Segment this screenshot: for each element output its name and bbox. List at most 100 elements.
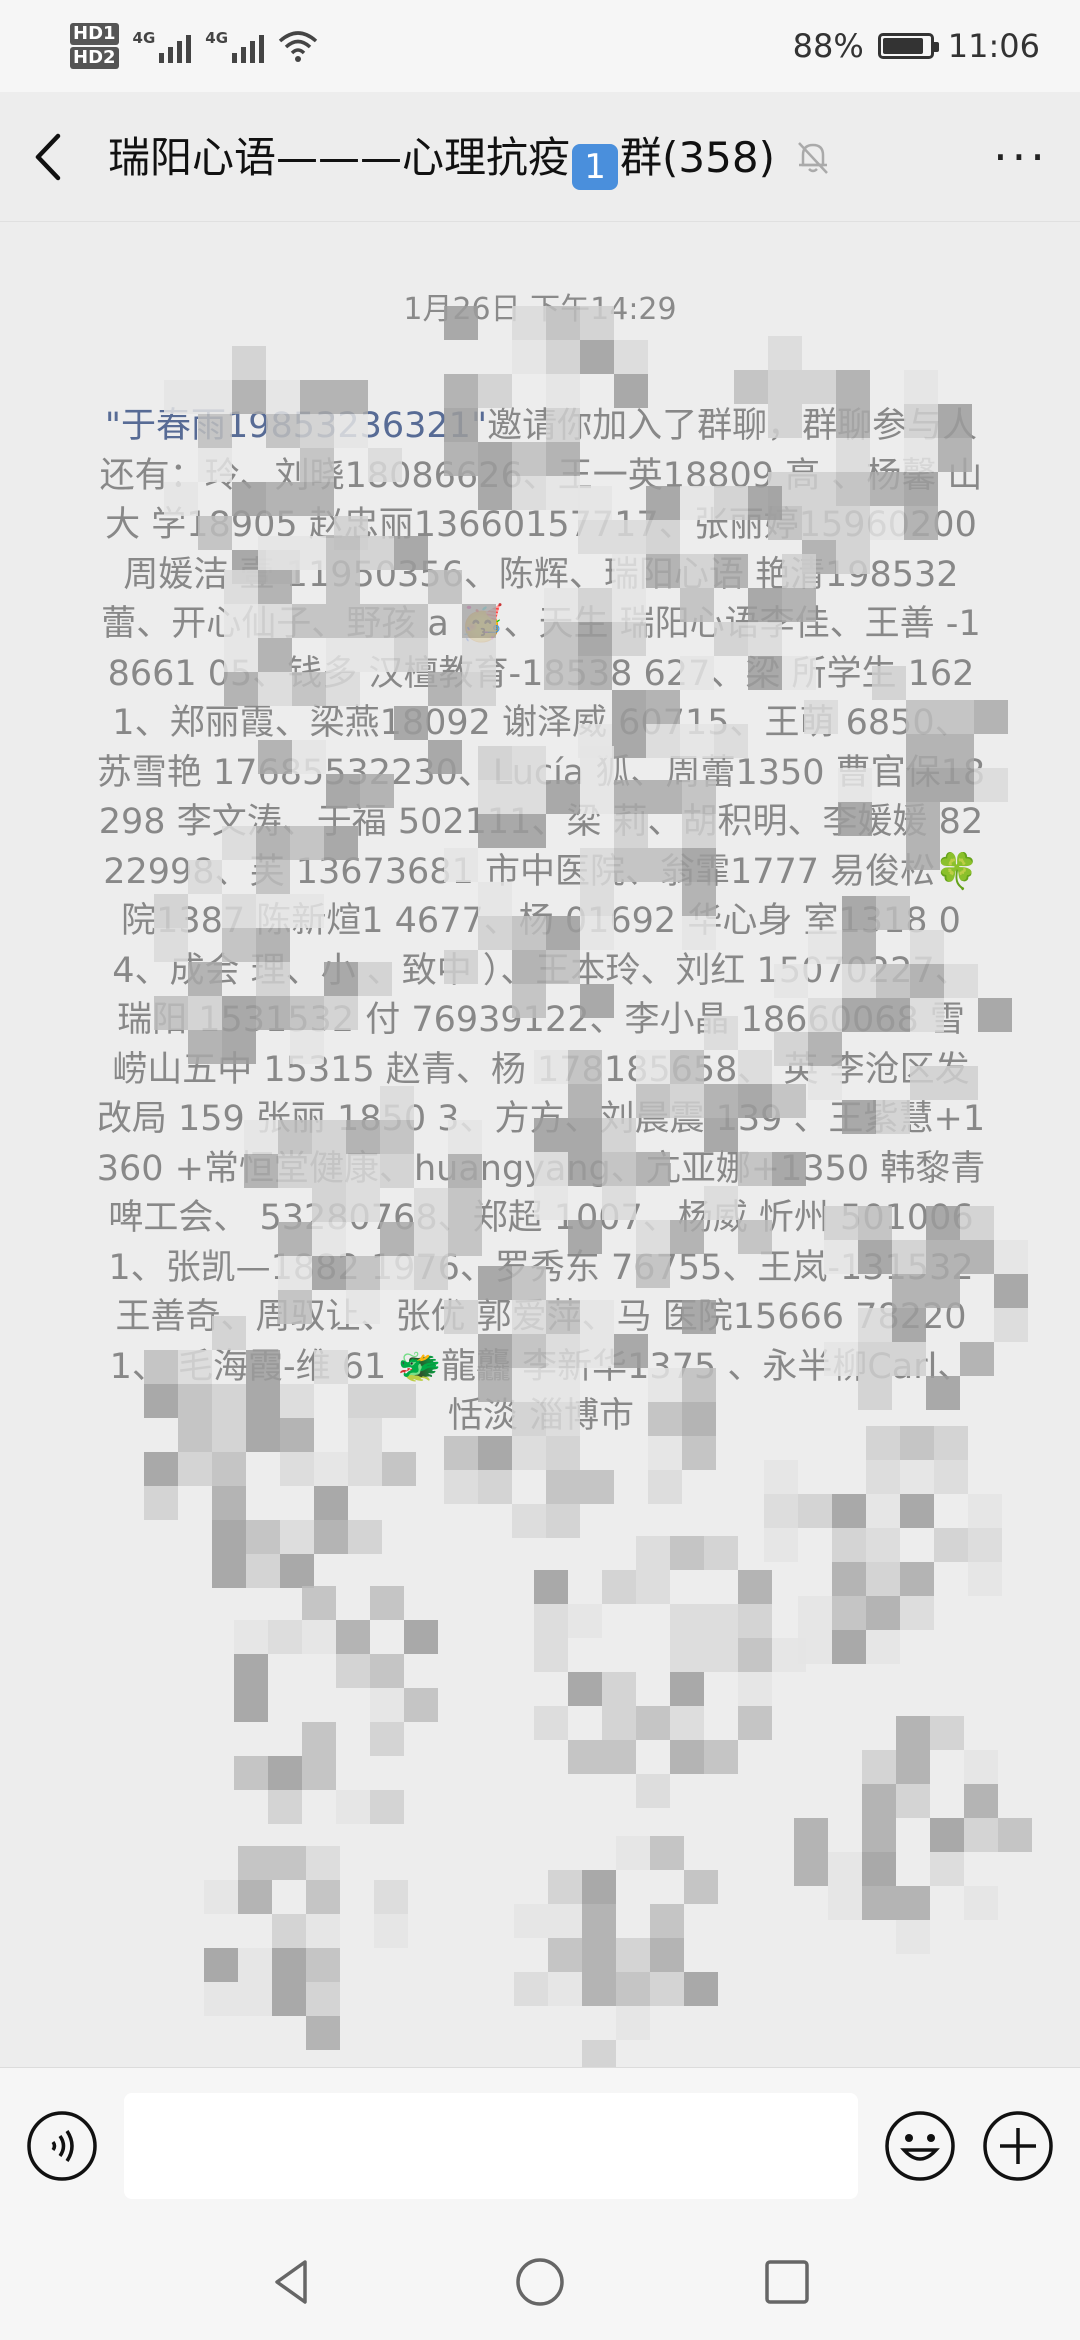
- mosaic-cell: [734, 370, 768, 404]
- mosaic-cell: [866, 1460, 900, 1494]
- mosaic-cell: [582, 1938, 616, 1972]
- wifi-icon: [278, 31, 318, 62]
- mosaic-cell: [246, 1554, 280, 1588]
- mosaic-cell: [636, 1706, 670, 1740]
- emoji-icon[interactable]: [884, 2110, 956, 2182]
- mosaic-cell: [866, 1528, 900, 1562]
- mosaic-cell: [670, 1638, 704, 1672]
- mosaic-cell: [548, 1972, 582, 2006]
- mosaic-cell: [832, 1596, 866, 1630]
- mosaic-cell: [546, 1504, 580, 1538]
- mosaic-cell: [670, 1706, 704, 1740]
- mosaic-cell: [794, 1852, 828, 1886]
- chevron-left-icon: [35, 133, 61, 180]
- mosaic-cell: [582, 1972, 616, 2006]
- mosaic-cell: [964, 1750, 998, 1784]
- mosaic-cell: [866, 1596, 900, 1630]
- mosaic-cell: [280, 1554, 314, 1588]
- network-label-2: 4G: [205, 29, 229, 47]
- mosaic-cell: [636, 1774, 670, 1808]
- mosaic-cell: [568, 1604, 602, 1638]
- mosaic-cell: [580, 340, 614, 374]
- system-message-body: 邀请你加入了群聊，群聊参与人还有：玲、刘晓18086626、王一英18809 高…: [96, 406, 986, 1436]
- mosaic-cell: [234, 1756, 268, 1790]
- battery-percent: 88%: [792, 27, 864, 65]
- mosaic-cell: [772, 1638, 806, 1672]
- mosaic-cell: [616, 2006, 650, 2040]
- keycap-one-icon: 1: [572, 143, 619, 190]
- mosaic-cell: [832, 1630, 866, 1664]
- chat-title: 瑞阳心语———心理抗疫 1 群(358): [108, 124, 775, 190]
- mosaic-cell: [580, 1470, 614, 1504]
- mosaic-cell: [648, 1470, 682, 1504]
- mosaic-cell: [670, 1536, 704, 1570]
- nav-back-icon[interactable]: [265, 2254, 321, 2310]
- hd2-label: HD2: [70, 47, 119, 69]
- hd1-label: HD1: [70, 23, 119, 45]
- mosaic-cell: [964, 1784, 998, 1818]
- mosaic-cell: [896, 1886, 930, 1920]
- nav-home-icon[interactable]: [512, 2254, 568, 2310]
- mosaic-cell: [828, 1886, 862, 1920]
- mosaic-cell: [862, 1750, 896, 1784]
- message-input[interactable]: [124, 2092, 858, 2199]
- system-nav-bar: [0, 2223, 1080, 2340]
- mosaic-cell: [314, 1486, 348, 1520]
- more-button[interactable]: ···: [986, 130, 1056, 184]
- mosaic-cell: [828, 1852, 862, 1886]
- mosaic-cell: [650, 1836, 684, 1870]
- message-timestamp: 1月26日 下午14:29: [403, 292, 677, 327]
- inviter-link[interactable]: "于春雨19853236321": [105, 406, 487, 446]
- mosaic-cell: [934, 1528, 968, 1562]
- mosaic-cell: [234, 1688, 268, 1722]
- mosaic-cell: [930, 1716, 964, 1750]
- mosaic-cell: [370, 1790, 404, 1824]
- mosaic-cell: [534, 1570, 568, 1604]
- mosaic-cell: [994, 1240, 1028, 1274]
- mosaic-cell: [204, 1880, 238, 1914]
- mosaic-cell: [930, 1818, 964, 1852]
- mosaic-cell: [636, 1536, 670, 1570]
- nav-recents-icon[interactable]: [759, 2254, 815, 2310]
- mosaic-cell: [514, 1972, 548, 2006]
- chat-area[interactable]: 1月26日 下午14:29 "于春雨19853236321"邀请你加入了群聊，群…: [0, 222, 1080, 2067]
- status-bar: HD1 HD2 4G 4G 88% 11:06: [0, 0, 1080, 92]
- mosaic-cell: [738, 1604, 772, 1638]
- mosaic-cell: [684, 1870, 718, 1904]
- voice-icon[interactable]: [26, 2110, 98, 2182]
- mosaic-cell: [238, 1982, 272, 2016]
- mosaic-cell: [534, 1638, 568, 1672]
- mosaic-cell: [900, 1460, 934, 1494]
- mosaic-cell: [968, 1494, 1002, 1528]
- mosaic-cell: [832, 1494, 866, 1528]
- mosaic-cell: [512, 1504, 546, 1538]
- mosaic-cell: [336, 1620, 370, 1654]
- mosaic-cell: [862, 1784, 896, 1818]
- mosaic-cell: [582, 2040, 616, 2067]
- mosaic-cell: [798, 1494, 832, 1528]
- mosaic-cell: [548, 1904, 582, 1938]
- mosaic-cell: [684, 1972, 718, 2006]
- back-button[interactable]: [30, 127, 80, 187]
- signal-icon-2: 4G: [205, 29, 265, 63]
- mosaic-cell: [306, 2016, 340, 2050]
- mosaic-cell: [382, 1452, 416, 1486]
- mosaic-cell: [548, 1870, 582, 1904]
- mosaic-cell: [896, 1784, 930, 1818]
- mosaic-cell: [348, 1452, 382, 1486]
- mosaic-cell: [968, 1562, 1002, 1596]
- mosaic-cell: [306, 1880, 340, 1914]
- mosaic-cell: [636, 1570, 670, 1604]
- mosaic-cell: [234, 1654, 268, 1688]
- mosaic-cell: [374, 1914, 408, 1948]
- system-message: "于春雨19853236321"邀请你加入了群聊，群聊参与人还有：玲、刘晓180…: [96, 402, 986, 1442]
- mosaic-cell: [238, 1948, 272, 1982]
- title-suffix: 群(358): [620, 132, 775, 182]
- mosaic-cell: [832, 1562, 866, 1596]
- mosaic-cell: [738, 1570, 772, 1604]
- mosaic-cell: [764, 1494, 798, 1528]
- mosaic-cell: [272, 1914, 306, 1948]
- mosaic-cell: [444, 1470, 478, 1504]
- plus-icon[interactable]: [982, 2110, 1054, 2182]
- mosaic-cell: [306, 1846, 340, 1880]
